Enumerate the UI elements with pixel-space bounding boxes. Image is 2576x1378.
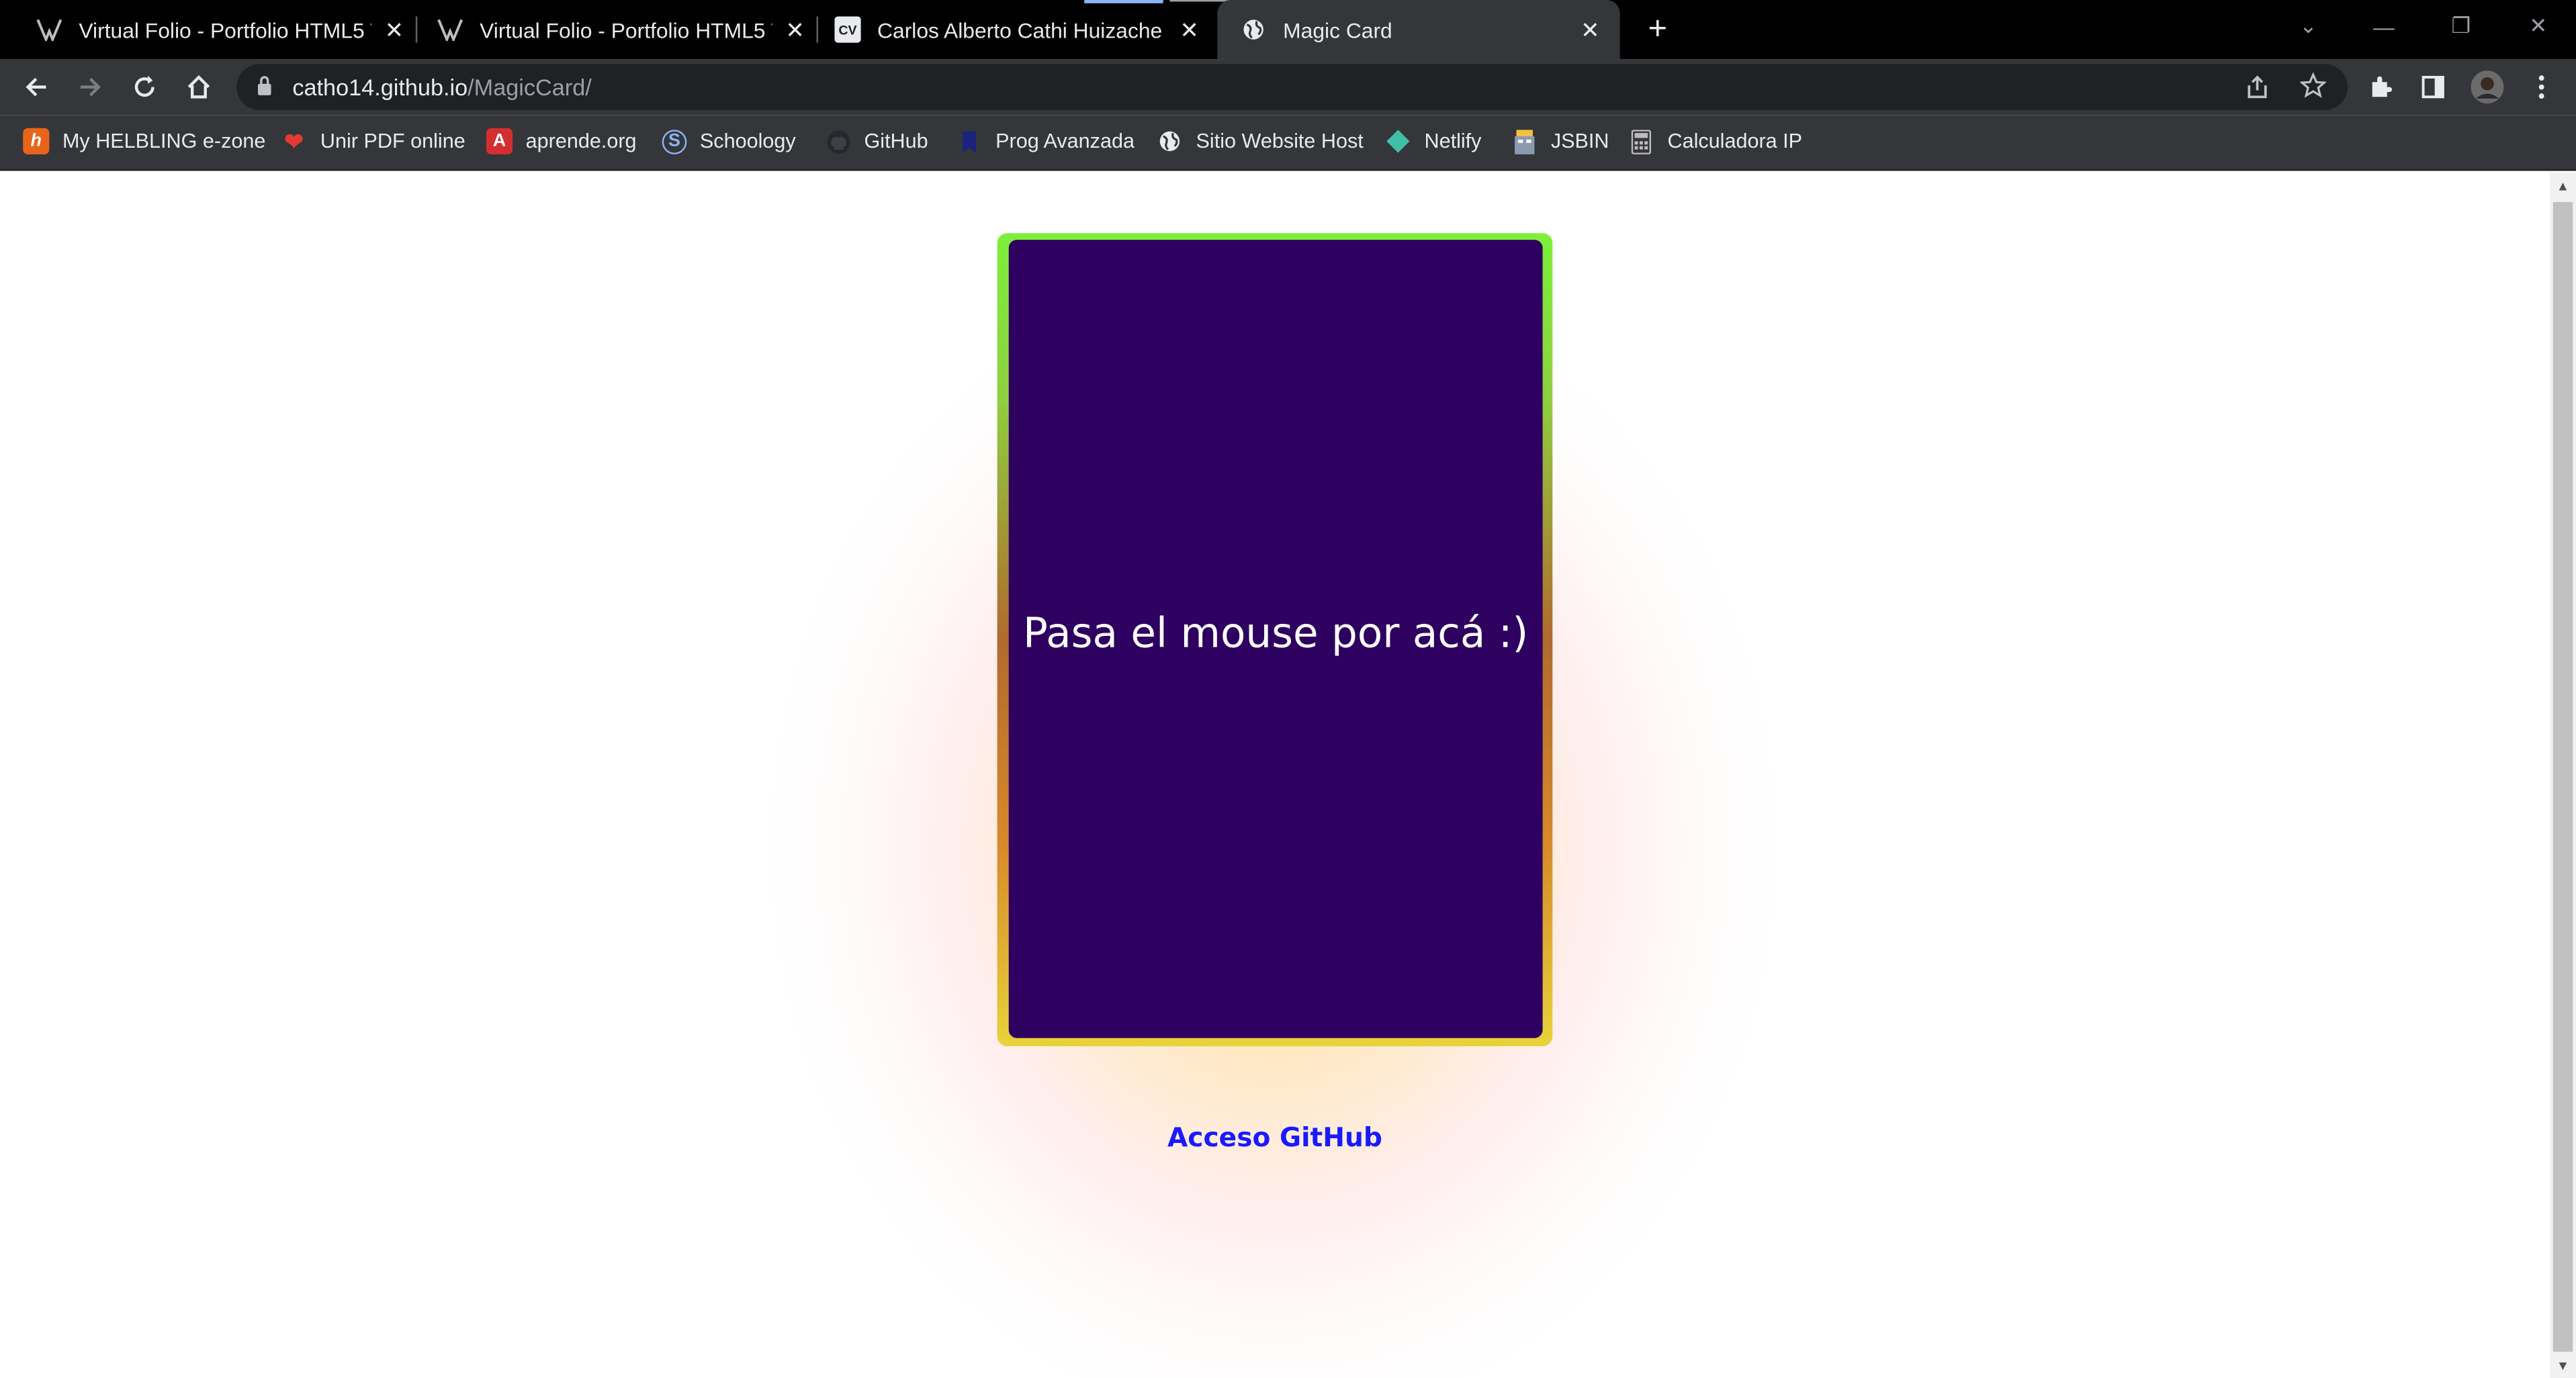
bookmark-label: aprende.org bbox=[525, 130, 637, 153]
tab-virtual-folio-1[interactable]: Virtual Folio - Portfolio HTML5 Te ✕ bbox=[23, 0, 407, 59]
tab-separator bbox=[415, 16, 418, 43]
url-path: /MagicCard/ bbox=[468, 74, 592, 101]
close-icon[interactable]: ✕ bbox=[1577, 15, 1603, 42]
prog-icon bbox=[956, 128, 982, 154]
extensions-icon[interactable] bbox=[2361, 67, 2401, 107]
tab-strip: Virtual Folio - Portfolio HTML5 Te ✕ Vir… bbox=[0, 0, 2576, 60]
github-access-link[interactable]: Acceso GitHub bbox=[0, 1121, 2550, 1152]
cv-icon: CV bbox=[834, 16, 861, 43]
bookmark-helbling[interactable]: h My HELBLING e-zone bbox=[23, 115, 265, 167]
globe-icon bbox=[1157, 128, 1183, 154]
browser-window: Virtual Folio - Portfolio HTML5 Te ✕ Vir… bbox=[0, 0, 2576, 1378]
tab-magic-card[interactable]: Magic Card ✕ bbox=[1217, 0, 1620, 60]
close-window-icon[interactable]: ✕ bbox=[2501, 0, 2576, 52]
tab-title: Virtual Folio - Portfolio HTML5 Te bbox=[480, 17, 772, 42]
bookmark-aprende[interactable]: A aprende.org bbox=[486, 115, 637, 167]
tab-title: Virtual Folio - Portfolio HTML5 Te bbox=[79, 17, 371, 42]
profile-avatar[interactable] bbox=[2468, 67, 2507, 107]
bookmark-calculadora-ip[interactable]: Calculadora IP bbox=[1628, 115, 1802, 167]
close-icon[interactable]: ✕ bbox=[381, 15, 407, 42]
card-text: Pasa el mouse por acá :) bbox=[1023, 608, 1529, 657]
bookmark-schoology[interactable]: S Schoology bbox=[662, 115, 796, 167]
calculator-icon bbox=[1628, 128, 1654, 154]
restore-icon[interactable]: ❐ bbox=[2424, 0, 2499, 52]
netlify-icon bbox=[1385, 128, 1411, 154]
bookmark-label: Calculadora IP bbox=[1667, 130, 1803, 153]
bookmark-label: My HELBLING e-zone bbox=[62, 130, 266, 153]
page-content: Pasa el mouse por acá :) Acceso GitHub bbox=[0, 172, 2550, 1378]
bookmark-jsbin[interactable]: JSBIN bbox=[1511, 115, 1609, 167]
close-icon[interactable]: ✕ bbox=[1176, 15, 1202, 42]
helbling-icon: h bbox=[23, 128, 50, 154]
bookmark-label: Unir PDF online bbox=[320, 130, 465, 153]
share-icon[interactable] bbox=[2244, 74, 2270, 108]
tab-search-icon[interactable]: ⌄ bbox=[2270, 0, 2346, 52]
toolbar: catho14.github.io/MagicCard/ bbox=[0, 59, 2576, 116]
scrollbar[interactable]: ▲ ▼ bbox=[2549, 172, 2576, 1378]
heart-icon: ❤ bbox=[284, 127, 304, 154]
magic-card[interactable]: Pasa el mouse por acá :) bbox=[1008, 240, 1543, 1038]
reload-icon[interactable] bbox=[125, 67, 165, 107]
forward-icon[interactable] bbox=[71, 67, 110, 107]
tab-title: Magic Card bbox=[1283, 17, 1392, 42]
bookmark-label: Schoology bbox=[699, 130, 796, 153]
bookmark-label: Prog Avanzada bbox=[995, 130, 1135, 153]
jsbin-icon bbox=[1511, 128, 1538, 154]
tab-title: Carlos Alberto Cathi Huizache bbox=[877, 17, 1163, 42]
bookmark-label: Netlify bbox=[1424, 130, 1482, 153]
aprende-icon: A bbox=[486, 128, 513, 154]
url-text[interactable]: catho14.github.io/MagicCard/ bbox=[292, 64, 591, 109]
menu-icon[interactable] bbox=[2522, 67, 2561, 107]
github-icon bbox=[825, 128, 851, 154]
bookmark-unir-pdf[interactable]: ❤ Unir PDF online bbox=[281, 115, 465, 167]
minimize-icon[interactable]: — bbox=[2346, 0, 2422, 52]
scroll-down-icon[interactable]: ▼ bbox=[2550, 1355, 2576, 1378]
bookmark-label: GitHub bbox=[864, 130, 928, 153]
tab-separator bbox=[816, 16, 819, 43]
back-icon[interactable] bbox=[16, 67, 56, 107]
scroll-thumb[interactable] bbox=[2552, 201, 2573, 1352]
v-logo-icon bbox=[437, 16, 463, 42]
new-tab-button[interactable]: + bbox=[1640, 11, 1676, 48]
screen: Virtual Folio - Portfolio HTML5 Te ✕ Vir… bbox=[0, 0, 2576, 1378]
scroll-up-icon[interactable]: ▲ bbox=[2550, 176, 2576, 199]
bookmark-prog-avanzada[interactable]: Prog Avanzada bbox=[956, 115, 1135, 167]
schoology-icon: S bbox=[662, 128, 687, 154]
home-icon[interactable] bbox=[179, 67, 219, 107]
tab-carlos-cv[interactable]: CV Carlos Alberto Cathi Huizache ✕ bbox=[825, 0, 1212, 59]
url-host: catho14.github.io bbox=[292, 74, 468, 101]
side-panel-icon[interactable] bbox=[2413, 67, 2453, 107]
globe-icon bbox=[1241, 16, 1267, 42]
bookmark-label: Sitio Website Host bbox=[1196, 130, 1364, 153]
bookmark-star-icon[interactable] bbox=[2299, 72, 2327, 107]
address-bar[interactable]: catho14.github.io/MagicCard/ bbox=[236, 64, 2348, 110]
lock-icon[interactable] bbox=[257, 76, 273, 105]
bookmark-sitio-website-host[interactable]: Sitio Website Host bbox=[1157, 115, 1364, 167]
bookmarks-bar: h My HELBLING e-zone ❤ Unir PDF online A… bbox=[0, 115, 2576, 171]
v-logo-icon bbox=[36, 16, 62, 42]
bookmark-label: JSBIN bbox=[1550, 130, 1609, 153]
tab-virtual-folio-2[interactable]: Virtual Folio - Portfolio HTML5 Te ✕ bbox=[424, 0, 808, 59]
bookmark-netlify[interactable]: Netlify bbox=[1385, 115, 1482, 167]
bookmark-github[interactable]: GitHub bbox=[825, 115, 928, 167]
close-icon[interactable]: ✕ bbox=[782, 15, 808, 42]
